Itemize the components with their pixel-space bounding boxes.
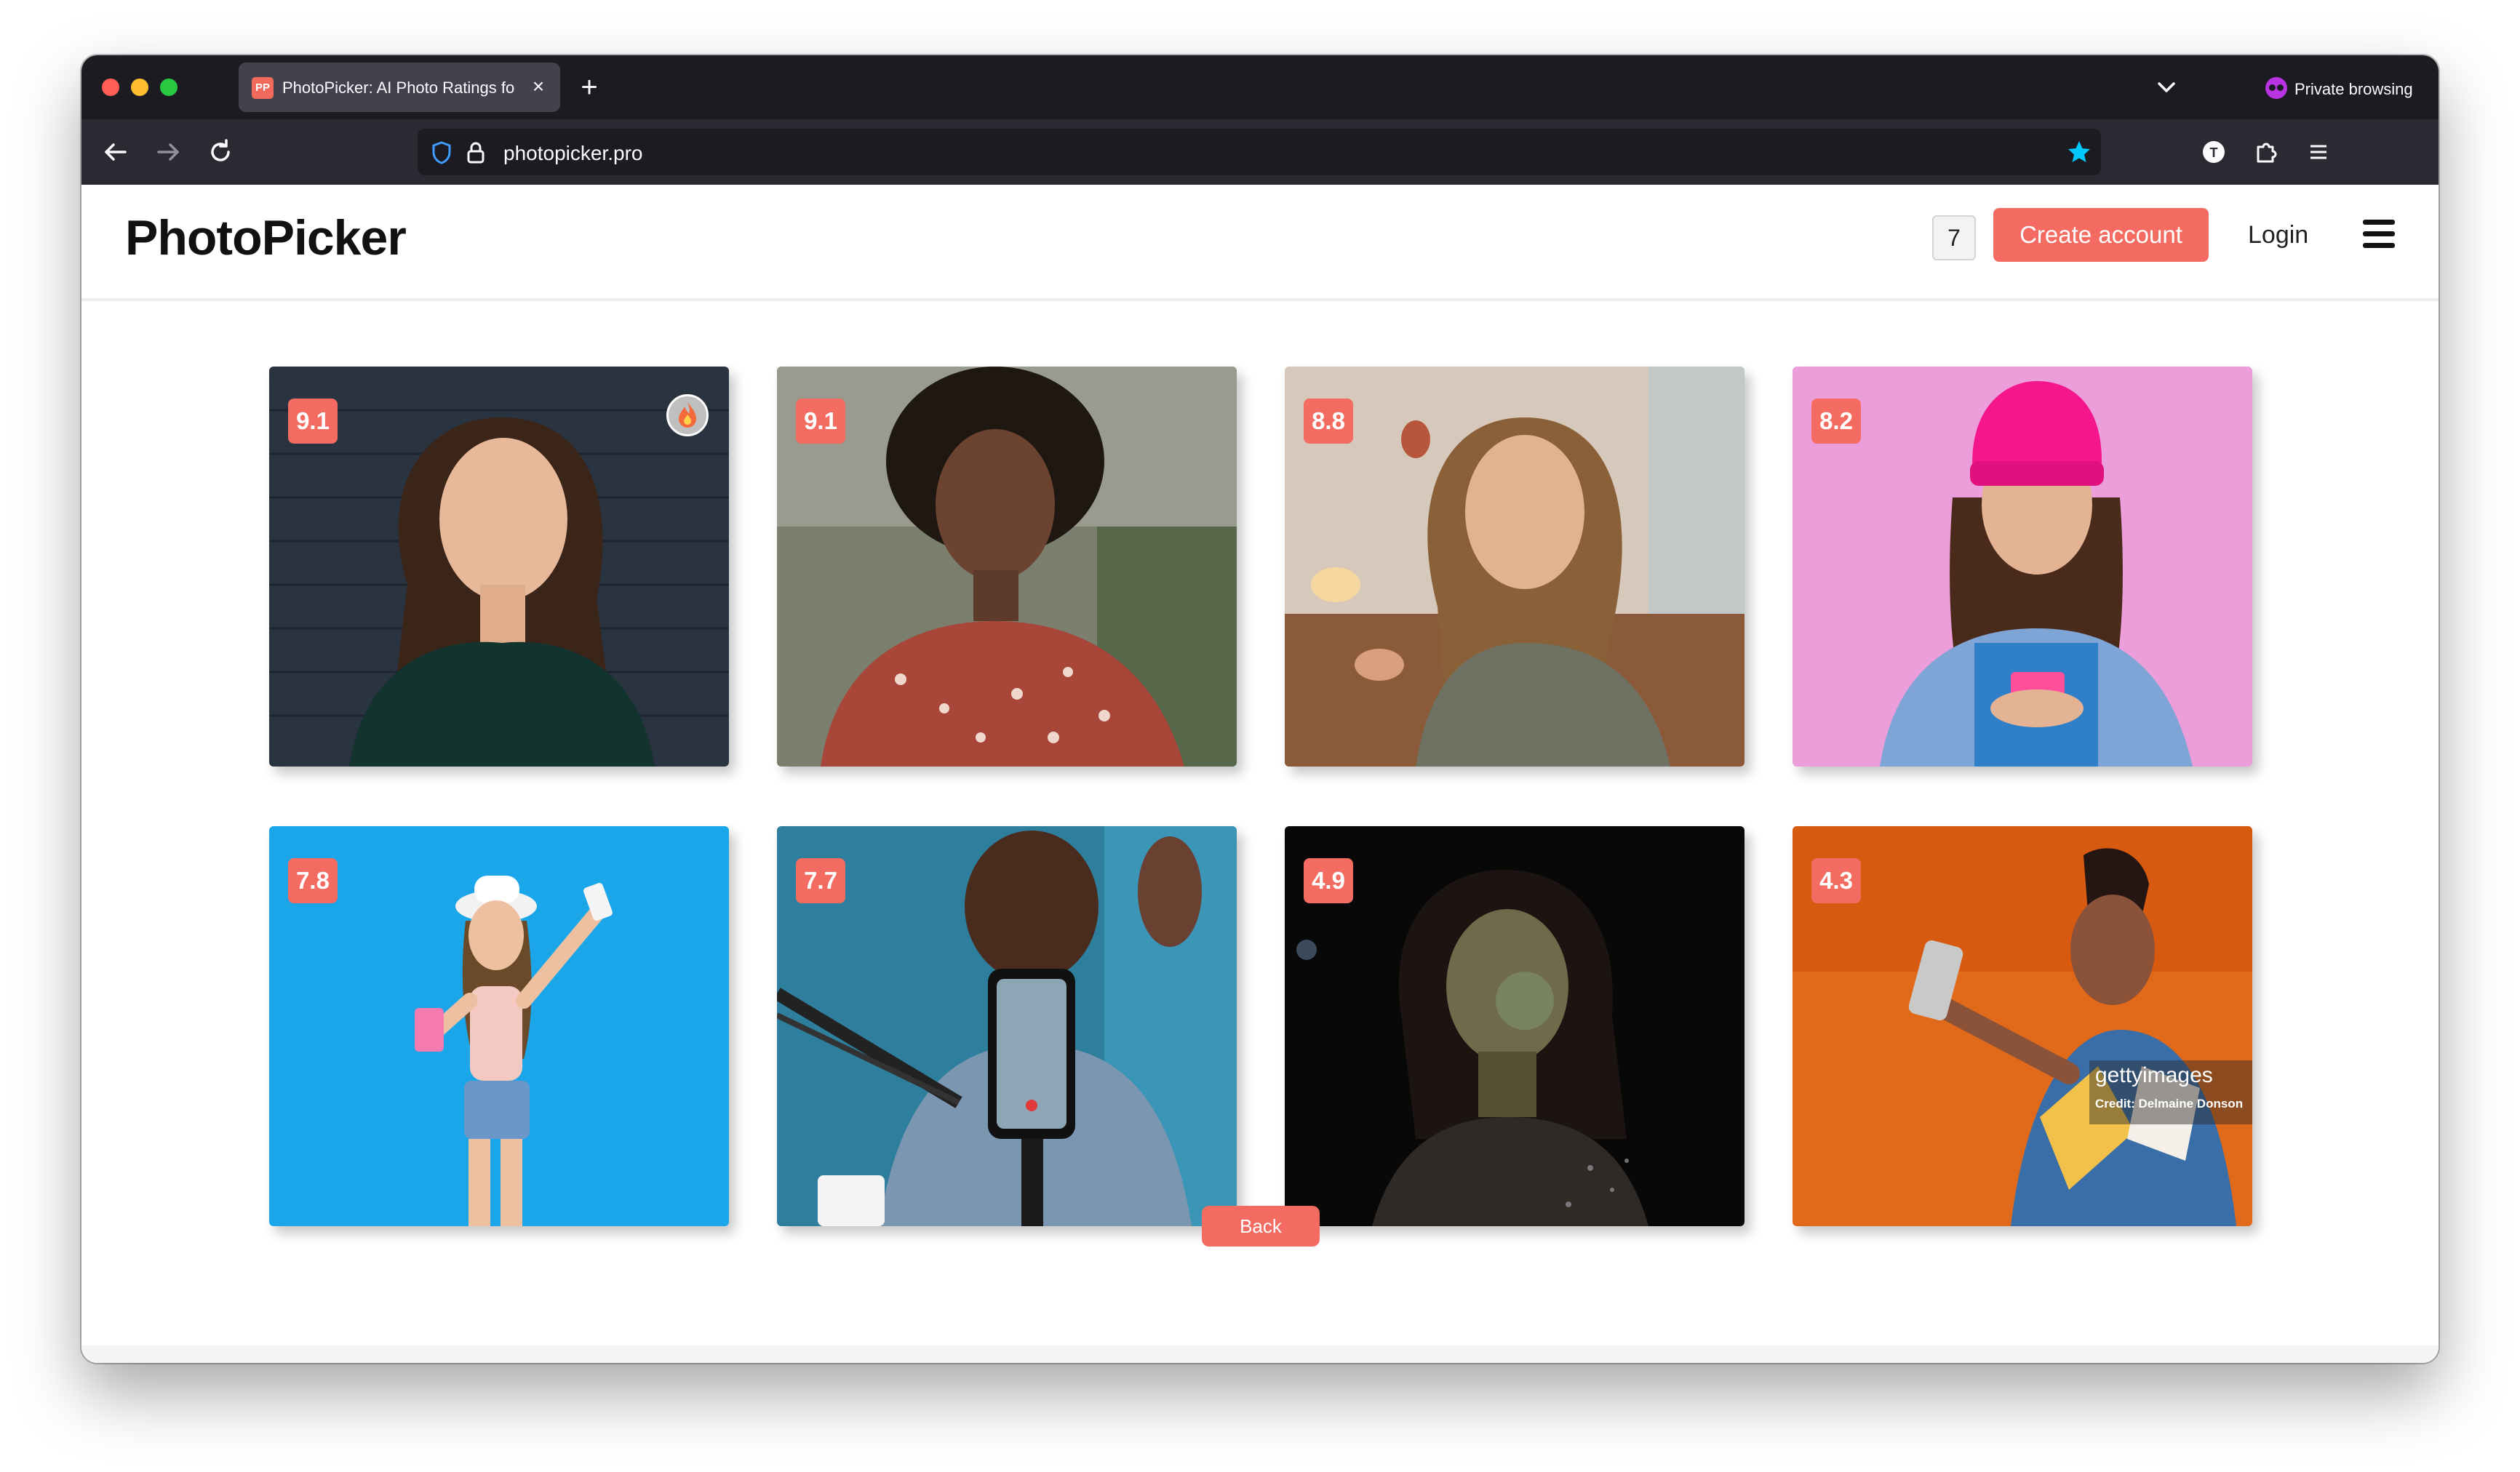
photo-card[interactable]: 8.8 — [1285, 367, 1745, 767]
back-arrow-icon[interactable] — [99, 135, 132, 169]
close-tab-icon[interactable]: × — [525, 73, 551, 100]
extensions-icon[interactable] — [2249, 135, 2283, 169]
close-window-button[interactable] — [102, 79, 119, 96]
new-tab-button[interactable]: + — [573, 71, 605, 103]
photo-card[interactable]: 9.1 — [777, 367, 1237, 767]
fire-icon — [666, 394, 709, 436]
zoom-window-button[interactable] — [160, 79, 178, 96]
photo-card[interactable]: 4.9 — [1285, 826, 1745, 1226]
navigation-toolbar: photopicker.pro T — [81, 119, 2439, 185]
app-menu-icon[interactable] — [2302, 135, 2335, 169]
photo-image — [1793, 367, 2252, 767]
login-link[interactable]: Login — [2248, 221, 2308, 249]
photo-image — [1793, 826, 2252, 1226]
forward-arrow-icon[interactable] — [151, 135, 185, 169]
minimize-window-button[interactable] — [131, 79, 148, 96]
favicon-icon: PP — [252, 77, 274, 99]
lock-icon[interactable] — [466, 140, 486, 165]
create-account-button[interactable]: Create account — [1993, 208, 2209, 262]
photo-image — [269, 826, 729, 1226]
site-header: PhotoPicker 7 Create account Login — [81, 185, 2439, 301]
private-mask-icon — [2265, 77, 2287, 99]
photo-image — [777, 826, 1237, 1226]
tab-photopicker[interactable]: PP PhotoPicker: AI Photo Ratings for × — [239, 63, 560, 112]
photo-image — [269, 367, 729, 767]
photo-card[interactable]: 8.2 — [1793, 367, 2252, 767]
web-page: PhotoPicker 7 Create account Login 9.1 9… — [81, 185, 2439, 1363]
account-icon[interactable]: T — [2197, 135, 2230, 169]
hamburger-icon[interactable] — [2363, 218, 2396, 252]
tab-strip: PP PhotoPicker: AI Photo Ratings for × +… — [81, 55, 2439, 119]
star-icon[interactable] — [2066, 139, 2092, 165]
score-badge: 4.9 — [1304, 858, 1353, 903]
stock-watermark: gettyimages Credit: Delmaine Donson — [2089, 1060, 2252, 1124]
photo-card[interactable]: 4.3 gettyimages Credit: Delmaine Donson — [1793, 826, 2252, 1226]
svg-text:T: T — [2210, 145, 2218, 160]
photo-card[interactable]: 7.7 — [777, 826, 1237, 1226]
score-badge: 8.2 — [1811, 399, 1861, 444]
back-button[interactable]: Back — [1202, 1206, 1320, 1247]
score-badge: 9.1 — [288, 399, 338, 444]
score-badge: 7.8 — [288, 858, 338, 903]
photo-image — [777, 367, 1237, 767]
tab-list-chevron-down-icon[interactable] — [2152, 73, 2181, 102]
browser-window: PP PhotoPicker: AI Photo Ratings for × +… — [81, 55, 2439, 1363]
score-badge: 9.1 — [796, 399, 845, 444]
photo-image — [1285, 367, 1745, 767]
url-text[interactable]: photopicker.pro — [503, 142, 642, 165]
address-bar[interactable]: photopicker.pro — [418, 129, 2101, 175]
credits-count: 7 — [1932, 215, 1976, 260]
photo-image — [1285, 826, 1745, 1226]
shield-icon[interactable] — [431, 140, 452, 165]
site-logo[interactable]: PhotoPicker — [125, 209, 407, 266]
watermark-credit: Credit: Delmaine Donson — [2095, 1097, 2244, 1111]
reload-icon[interactable] — [204, 135, 237, 169]
private-browsing-indicator: Private browsing — [2265, 74, 2433, 102]
watermark-brand: gettyimages — [2095, 1063, 2213, 1087]
private-browsing-label: Private browsing — [2294, 80, 2413, 98]
page-footer-strip — [81, 1345, 2439, 1363]
score-badge: 7.7 — [796, 858, 845, 903]
tab-title: PhotoPicker: AI Photo Ratings for — [282, 79, 515, 97]
score-badge: 8.8 — [1304, 399, 1353, 444]
photo-card[interactable]: 9.1 — [269, 367, 729, 767]
score-badge: 4.3 — [1811, 858, 1861, 903]
photo-card[interactable]: 7.8 — [269, 826, 729, 1226]
